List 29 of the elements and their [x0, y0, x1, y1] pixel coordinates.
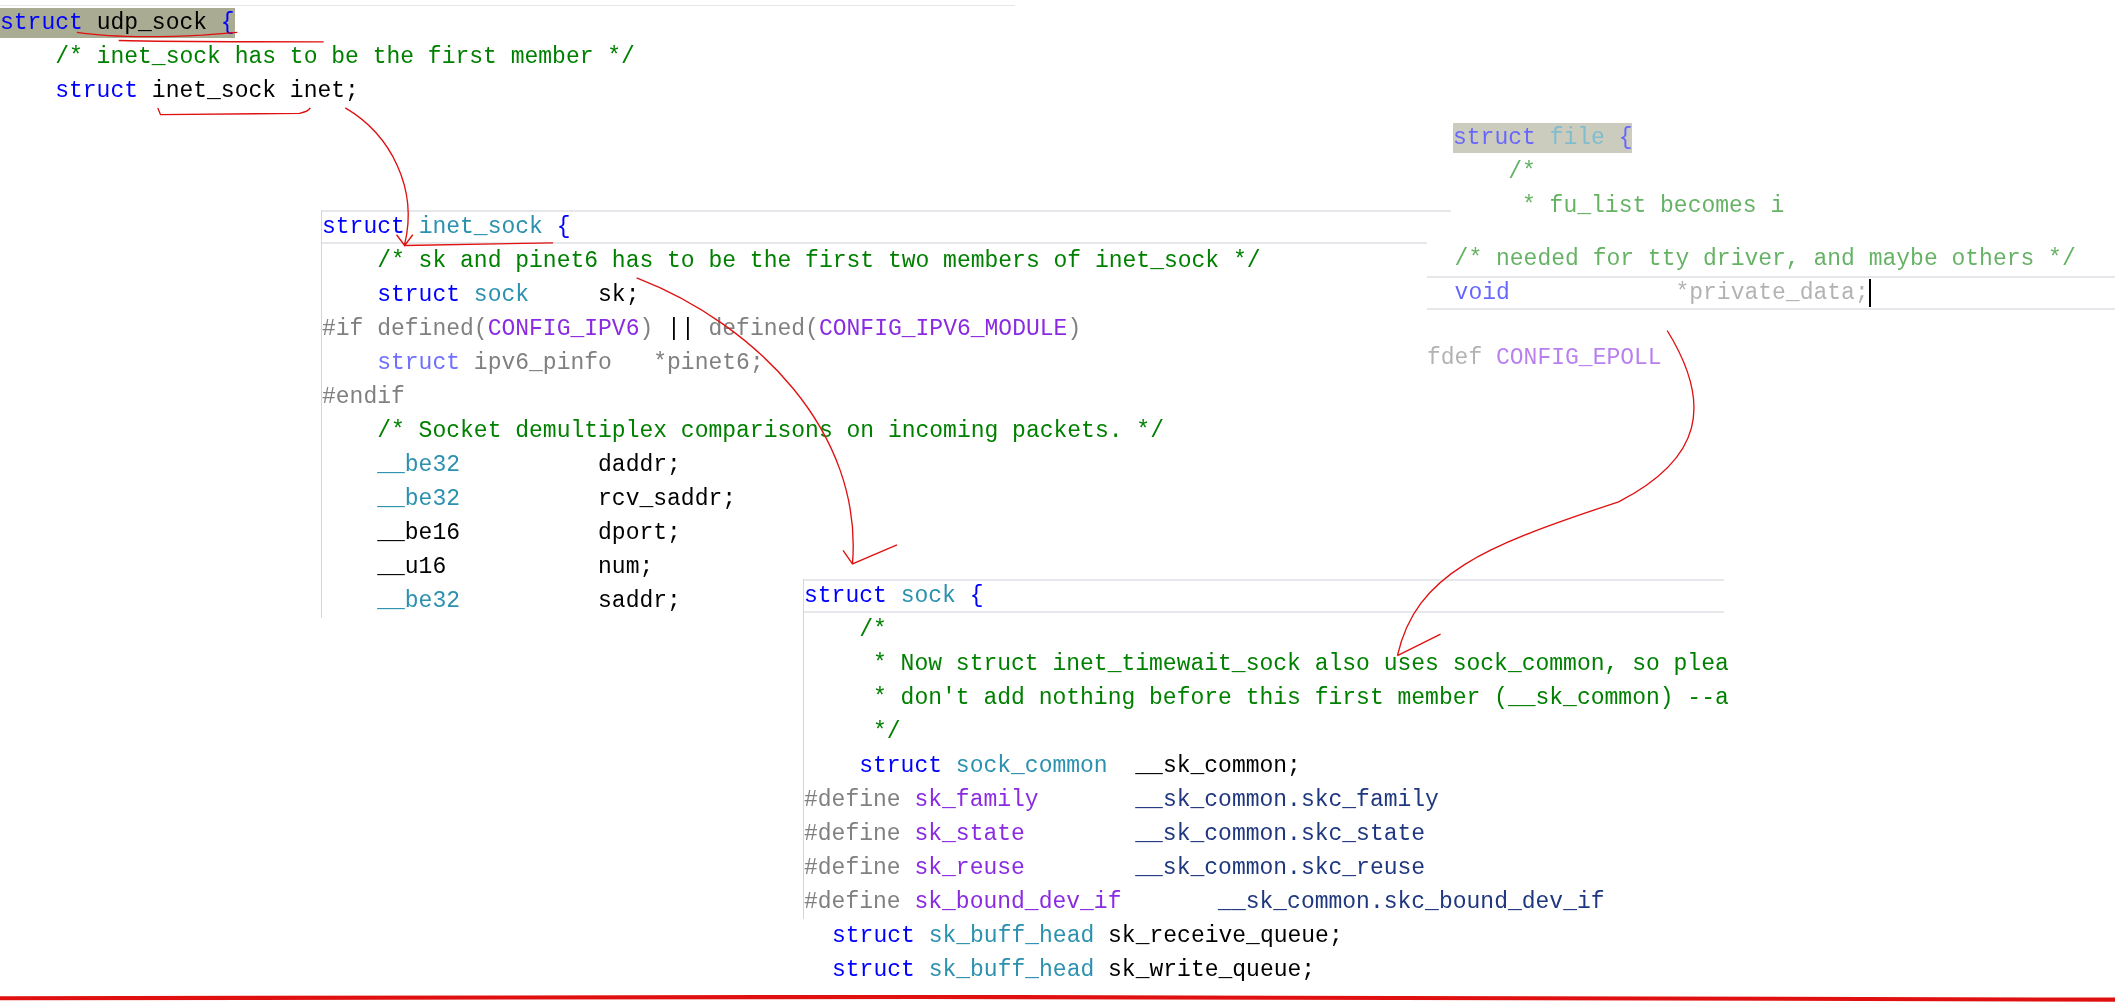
code-line: * don't add nothing before this first member (__sk_common) --a	[872, 684, 1729, 713]
code-line: * Now struct inet_timewait_sock also uses sock_common, so plea	[872, 650, 1729, 679]
code-line: __be16 dport;	[376, 519, 681, 548]
code-line: struct ipv6_pinfo *pinet6;	[376, 349, 764, 378]
code-line: /* inet_sock has to be the first member */	[54, 43, 635, 72]
code-line: /*	[858, 616, 887, 645]
code-line: struct sk_buff_head sk_write_queue;	[832, 956, 1316, 985]
code-line: /* needed for tty driver, and maybe others */	[1453, 245, 2076, 274]
code-line: __be32 rcv_saddr;	[376, 485, 737, 514]
code-line: __be32 daddr;	[376, 451, 681, 480]
code-line: /* sk and pinet6 has to be the first two members of inet_sock */	[376, 247, 1261, 276]
code-line: #define sk_bound_dev_if __sk_common.skc_bound_dev_if	[804, 888, 1605, 917]
code-line: __be32 saddr;	[376, 587, 681, 616]
code-line: struct sock {	[804, 582, 984, 611]
code-line: fdef CONFIG_EPOLL	[1427, 344, 1662, 371]
code-line: __u16 num;	[376, 553, 654, 582]
code-line: void *private_data;	[1453, 279, 1869, 308]
code-line: #define sk_state __sk_common.skc_state	[804, 820, 1426, 849]
code-line: struct sk_buff_head sk_receive_queue;	[832, 922, 1343, 951]
code-line: #define sk_reuse __sk_common.skc_reuse	[804, 854, 1426, 883]
code-line: struct sock_common __sk_common;	[858, 752, 1301, 781]
code-line: #define sk_family __sk_common.skc_family	[804, 786, 1439, 815]
code-line: struct sock sk;	[376, 281, 640, 310]
code-line: struct inet_sock inet;	[54, 77, 359, 106]
code-line: */	[872, 718, 901, 747]
code-line: /*	[1507, 158, 1536, 187]
code-line: * fu_list becomes i	[1521, 192, 1785, 221]
code-line: #endif	[322, 383, 405, 412]
code-line: struct inet_sock {	[322, 213, 571, 242]
